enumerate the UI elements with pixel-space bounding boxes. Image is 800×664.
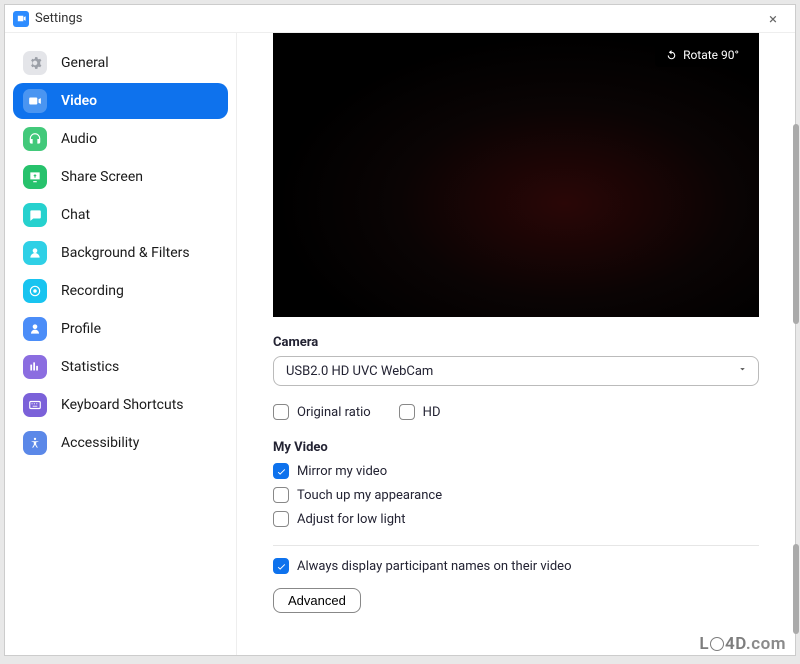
- sidebar-item-keyboard-shortcuts[interactable]: Keyboard Shortcuts: [13, 387, 228, 423]
- checkbox-box: [273, 511, 289, 527]
- sidebar: General Video Audio Share Screen: [5, 33, 237, 655]
- sidebar-item-label: Video: [61, 93, 97, 109]
- sidebar-item-label: Audio: [61, 131, 97, 147]
- keyboard-icon: [23, 393, 47, 417]
- checkbox-label: Always display participant names on thei…: [297, 559, 571, 574]
- sidebar-item-profile[interactable]: Profile: [13, 311, 228, 347]
- checkbox-box: [273, 404, 289, 420]
- titlebar: Settings ×: [5, 5, 795, 33]
- checkbox-label: Adjust for low light: [297, 512, 405, 527]
- divider: [273, 545, 759, 546]
- sidebar-item-accessibility[interactable]: Accessibility: [13, 425, 228, 461]
- video-preview: [273, 33, 759, 317]
- chevron-down-icon: [737, 364, 748, 379]
- checkbox-box: [273, 463, 289, 479]
- checkbox-low-light[interactable]: Adjust for low light: [273, 511, 759, 527]
- video-icon: [23, 89, 47, 113]
- camera-selected-value: USB2.0 HD UVC WebCam: [286, 364, 433, 379]
- background-filters-icon: [23, 241, 47, 265]
- window-title: Settings: [35, 11, 82, 26]
- sidebar-item-video[interactable]: Video: [13, 83, 228, 119]
- checkbox-label: Touch up my appearance: [297, 488, 442, 503]
- sidebar-item-chat[interactable]: Chat: [13, 197, 228, 233]
- sidebar-item-label: Accessibility: [61, 435, 139, 451]
- camera-select[interactable]: USB2.0 HD UVC WebCam: [273, 356, 759, 386]
- statistics-icon: [23, 355, 47, 379]
- app-icon: [13, 11, 29, 27]
- share-screen-icon: [23, 165, 47, 189]
- checkbox-hd[interactable]: HD: [399, 404, 441, 420]
- checkbox-box: [273, 558, 289, 574]
- sidebar-item-label: Keyboard Shortcuts: [61, 397, 184, 413]
- checkbox-box: [399, 404, 415, 420]
- content-pane: Rotate 90° Camera USB2.0 HD UVC WebCam O…: [237, 33, 795, 655]
- checkbox-touch-up[interactable]: Touch up my appearance: [273, 487, 759, 503]
- sidebar-item-label: Profile: [61, 321, 101, 337]
- chat-icon: [23, 203, 47, 227]
- sidebar-item-statistics[interactable]: Statistics: [13, 349, 228, 385]
- checkbox-box: [273, 487, 289, 503]
- headphones-icon: [23, 127, 47, 151]
- sidebar-item-label: Statistics: [61, 359, 119, 375]
- accessibility-icon: [23, 431, 47, 455]
- scrollbar-thumb[interactable]: [793, 544, 799, 634]
- checkbox-label: Mirror my video: [297, 464, 387, 479]
- checkbox-label: Original ratio: [297, 405, 371, 420]
- video-preview-area: Rotate 90°: [273, 33, 759, 317]
- settings-window: Settings × General Video: [4, 4, 796, 656]
- checkbox-mirror-video[interactable]: Mirror my video: [273, 463, 759, 479]
- sidebar-item-share-screen[interactable]: Share Screen: [13, 159, 228, 195]
- sidebar-item-label: Background & Filters: [61, 245, 190, 261]
- advanced-button[interactable]: Advanced: [273, 588, 361, 613]
- sidebar-item-label: General: [61, 55, 109, 71]
- gear-icon: [23, 51, 47, 75]
- sidebar-item-label: Share Screen: [61, 169, 143, 185]
- rotate-icon: [665, 49, 678, 62]
- window-body: General Video Audio Share Screen: [5, 33, 795, 655]
- sidebar-item-background-filters[interactable]: Background & Filters: [13, 235, 228, 271]
- my-video-heading: My Video: [273, 440, 759, 455]
- rotate-label: Rotate 90°: [683, 48, 739, 62]
- profile-icon: [23, 317, 47, 341]
- rotate-90-button[interactable]: Rotate 90°: [655, 43, 749, 67]
- sidebar-item-label: Recording: [61, 283, 124, 299]
- sidebar-item-general[interactable]: General: [13, 45, 228, 81]
- sidebar-item-label: Chat: [61, 207, 90, 223]
- checkbox-original-ratio[interactable]: Original ratio: [273, 404, 371, 420]
- sidebar-item-audio[interactable]: Audio: [13, 121, 228, 157]
- scrollbar-thumb[interactable]: [793, 124, 799, 324]
- sidebar-item-recording[interactable]: Recording: [13, 273, 228, 309]
- camera-heading: Camera: [273, 335, 759, 350]
- checkbox-display-names[interactable]: Always display participant names on thei…: [273, 558, 759, 574]
- checkbox-label: HD: [423, 405, 441, 420]
- recording-icon: [23, 279, 47, 303]
- close-button[interactable]: ×: [759, 7, 787, 31]
